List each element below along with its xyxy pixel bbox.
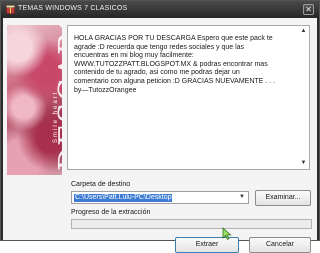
destination-path-value[interactable]: C:\Users\Patt.Lulu-PC\Desktop: [74, 194, 173, 202]
close-icon: ✕: [305, 5, 312, 14]
progress-label: Progreso de la extracción: [71, 209, 151, 216]
destination-path-combobox[interactable]: C:\Users\Patt.Lulu-PC\Desktop ▼: [71, 191, 249, 204]
scroll-down-icon[interactable]: ▼: [299, 159, 308, 168]
installer-window: TEMAS WINDOWS 7 CLASICOS ✕ DESCARGA Smil…: [0, 0, 320, 253]
message-text: HOLA GRACIAS POR TU DESCARGA Espero que …: [74, 35, 276, 94]
browse-button[interactable]: Examinar...: [255, 190, 311, 206]
cancel-button[interactable]: Cancelar: [249, 237, 311, 253]
dialog-body: DESCARGA Smile heart HOLA GRACIAS POR TU…: [3, 18, 317, 253]
message-box[interactable]: HOLA GRACIAS POR TU DESCARGA Espero que …: [67, 25, 310, 170]
destination-label: Carpeta de destino: [71, 181, 131, 188]
mouse-pointer-icon: [222, 227, 232, 240]
banner-image: DESCARGA Smile heart: [7, 25, 62, 175]
chevron-down-icon[interactable]: ▼: [236, 192, 248, 203]
close-button[interactable]: ✕: [303, 4, 314, 15]
scroll-up-icon[interactable]: ▲: [299, 27, 308, 36]
archive-icon: [6, 5, 15, 14]
extraction-progress-bar: [71, 219, 312, 229]
window-title: TEMAS WINDOWS 7 CLASICOS: [18, 5, 128, 12]
title-bar[interactable]: TEMAS WINDOWS 7 CLASICOS ✕: [1, 1, 319, 18]
banner-subtitle: Smile heart: [53, 90, 59, 143]
